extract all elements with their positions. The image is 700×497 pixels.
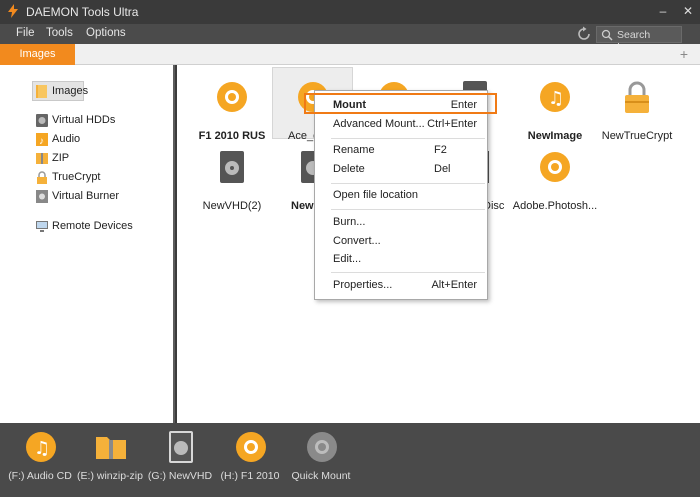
lock-icon	[37, 171, 47, 184]
tab-images[interactable]: Images	[0, 44, 75, 65]
image-tile[interactable]: F1 2010 RUS	[192, 73, 272, 149]
minimize-button[interactable]: –	[655, 3, 671, 19]
window-title: DAEMON Tools Ultra	[26, 5, 139, 19]
disc-icon	[236, 432, 266, 462]
close-button[interactable]: ✕	[680, 3, 696, 19]
image-tile[interactable]: NewVHD(2)	[192, 143, 272, 219]
lock-icon	[625, 81, 649, 113]
menu-file[interactable]: File	[16, 27, 35, 39]
image-name: Adobe.Photosh...	[512, 200, 598, 212]
menu-item-burn[interactable]: Burn...	[333, 216, 483, 232]
add-tab-button[interactable]: +	[677, 46, 691, 62]
title-bar: DAEMON Tools Ultra – ✕	[0, 0, 700, 24]
dock-item-newvhd[interactable]: (G:) NewVHD	[142, 431, 218, 491]
zip-icon	[36, 153, 48, 164]
menu-bar: File Tools Options Search Images	[0, 24, 700, 53]
audio-icon: ♪	[36, 133, 48, 146]
menu-item-rename[interactable]: Rename F2	[333, 144, 483, 160]
menu-separator	[331, 183, 485, 184]
image-tile[interactable]: NewTrueCrypt	[597, 73, 677, 149]
search-icon	[601, 29, 613, 41]
image-name: F1 2010 RUS	[198, 130, 266, 142]
drive-dock: ♫ (F:) Audio CD (E:) winzip-zip (G:) New…	[0, 423, 700, 497]
svg-text:♫: ♫	[548, 88, 564, 109]
search-input[interactable]: Search Images	[596, 26, 682, 53]
sidebar: Images Virtual HDDs ♪ Audio ZIP TrueCryp…	[0, 65, 175, 423]
menu-item-edit[interactable]: Edit...	[333, 253, 483, 269]
image-tile[interactable]: ♫ NewImage	[515, 73, 595, 149]
menu-separator	[331, 209, 485, 210]
folder-icon	[36, 85, 47, 98]
disc-icon	[540, 152, 570, 182]
menu-options[interactable]: Options	[86, 27, 126, 39]
svg-text:♪: ♪	[39, 136, 44, 146]
menu-item-convert[interactable]: Convert...	[333, 235, 483, 251]
hdd-icon	[169, 431, 193, 463]
image-tile[interactable]: Adobe.Photosh...	[513, 143, 597, 219]
audio-disc-icon: ♫	[26, 432, 56, 462]
refresh-icon[interactable]	[576, 26, 592, 42]
audio-disc-icon: ♫	[540, 82, 570, 112]
dock-item-audio-cd[interactable]: ♫ (F:) Audio CD	[2, 431, 78, 491]
dock-item-winzip[interactable]: (E:) winzip-zip	[72, 431, 148, 491]
monitor-icon	[36, 221, 48, 232]
dock-item-quick-mount[interactable]: Quick Mount	[283, 431, 359, 491]
menu-item-open-file-location[interactable]: Open file location	[333, 189, 483, 205]
hdd-icon	[220, 151, 244, 183]
svg-text:♫: ♫	[34, 438, 50, 459]
menu-item-properties[interactable]: Properties... Alt+Enter	[333, 279, 483, 295]
menu-separator	[331, 272, 485, 273]
menu-item-advanced-mount[interactable]: Advanced Mount... Ctrl+Enter	[333, 118, 483, 134]
menu-item-delete[interactable]: Delete Del	[333, 163, 483, 179]
disc-icon	[217, 82, 247, 112]
mount-highlight-box	[304, 93, 497, 114]
daemon-tools-logo-icon	[8, 4, 18, 18]
context-menu: Mount Enter Advanced Mount... Ctrl+Enter…	[314, 90, 488, 300]
image-name: NewVHD(2)	[202, 200, 262, 212]
disc-icon	[307, 432, 337, 462]
image-name: NewTrueCrypt	[601, 130, 673, 142]
menu-tools[interactable]: Tools	[46, 27, 73, 39]
menu-separator	[331, 138, 485, 139]
burner-icon	[36, 190, 48, 203]
dock-item-f1-2010[interactable]: (H:) F1 2010	[212, 431, 288, 491]
tab-bar: Images +	[0, 44, 700, 65]
hdd-icon	[36, 114, 48, 127]
zip-folder-icon	[96, 437, 126, 459]
